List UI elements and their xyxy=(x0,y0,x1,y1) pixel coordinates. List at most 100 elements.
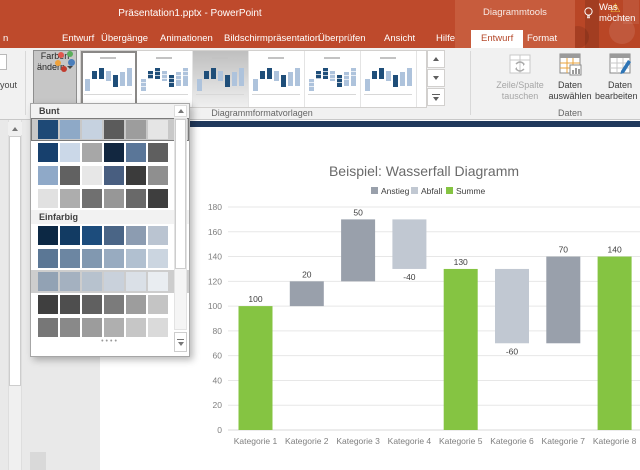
color-swatch[interactable] xyxy=(104,120,124,139)
ribbon-tab-ansicht[interactable]: Ansicht xyxy=(384,33,415,48)
color-swatch[interactable] xyxy=(82,249,102,268)
color-swatch[interactable] xyxy=(104,143,124,162)
color-swatch[interactable] xyxy=(126,166,146,185)
window-title: Präsentation1.pptx - PowerPoint xyxy=(40,8,340,19)
switch-row-column-button[interactable]: Zeile/Spalte tauschen xyxy=(495,50,545,112)
color-swatch[interactable] xyxy=(38,249,58,268)
color-swatch[interactable] xyxy=(148,272,168,291)
color-swatch[interactable] xyxy=(126,120,146,139)
dropdown-resize-handle[interactable]: •••• xyxy=(31,339,189,345)
panel-scroll-up-button[interactable] xyxy=(8,122,22,135)
tell-me-box[interactable]: Was möchten xyxy=(583,2,640,24)
ribbon-tab-entwurf[interactable]: Entwurf xyxy=(471,30,523,48)
color-scheme-row[interactable] xyxy=(31,164,189,187)
color-scheme-row[interactable] xyxy=(31,270,189,293)
color-swatch[interactable] xyxy=(104,166,124,185)
dropdown-scrollbar-thumb[interactable] xyxy=(175,119,186,269)
color-swatch[interactable] xyxy=(60,272,80,291)
color-swatch[interactable] xyxy=(82,120,102,139)
ribbon-tab-animationen[interactable]: Animationen xyxy=(160,33,213,48)
color-swatch[interactable] xyxy=(82,166,102,185)
color-swatch[interactable] xyxy=(82,226,102,245)
color-swatch[interactable] xyxy=(148,295,168,314)
color-swatch[interactable] xyxy=(126,189,146,208)
color-scheme-row[interactable] xyxy=(31,293,189,316)
ribbon-tab-format[interactable]: Format xyxy=(527,33,557,48)
color-swatch[interactable] xyxy=(148,120,168,139)
color-swatch[interactable] xyxy=(126,226,146,245)
switch-row-column-icon xyxy=(508,52,532,78)
color-swatch[interactable] xyxy=(82,143,102,162)
chart-style-thumbnail[interactable] xyxy=(249,51,305,107)
color-swatch[interactable] xyxy=(104,272,124,291)
color-swatch[interactable] xyxy=(148,249,168,268)
color-scheme-row[interactable] xyxy=(31,247,189,270)
color-scheme-row[interactable] xyxy=(31,141,189,164)
dropdown-scroll-up-button[interactable] xyxy=(174,105,187,117)
gallery-scroll-down-button[interactable] xyxy=(427,69,445,87)
color-swatch[interactable] xyxy=(104,189,124,208)
color-swatch[interactable] xyxy=(38,318,58,337)
color-swatch[interactable] xyxy=(60,295,80,314)
color-swatch[interactable] xyxy=(38,120,58,139)
color-scheme-row[interactable] xyxy=(31,187,189,210)
color-scheme-row[interactable] xyxy=(31,224,189,247)
color-swatch[interactable] xyxy=(148,189,168,208)
ribbon-tab-hilfe[interactable]: Hilfe xyxy=(436,33,455,48)
color-swatch[interactable] xyxy=(38,166,58,185)
panel-scrollbar-thumb[interactable] xyxy=(9,136,21,386)
color-swatch[interactable] xyxy=(82,295,102,314)
waterfall-chart[interactable]: Beispiel: Wasserfall DiagrammAnstiegAbfa… xyxy=(195,150,640,467)
color-swatch[interactable] xyxy=(148,318,168,337)
color-swatch[interactable] xyxy=(148,226,168,245)
color-swatch[interactable] xyxy=(82,318,102,337)
color-swatch[interactable] xyxy=(38,143,58,162)
color-swatch[interactable] xyxy=(126,318,146,337)
color-swatch[interactable] xyxy=(60,249,80,268)
select-data-button[interactable]: Daten auswählen xyxy=(545,50,595,112)
color-swatch[interactable] xyxy=(126,143,146,162)
color-swatch[interactable] xyxy=(148,143,168,162)
gallery-more-button[interactable] xyxy=(427,88,445,106)
color-swatch[interactable] xyxy=(126,295,146,314)
edit-data-button[interactable]: Daten bearbeiten xyxy=(595,50,640,112)
dropdown-caret-icon xyxy=(67,66,73,69)
layout-button-label-fragment: yout xyxy=(0,80,17,90)
ribbon-tab-fragment[interactable]: n xyxy=(3,33,8,48)
color-swatch[interactable] xyxy=(104,249,124,268)
color-swatch[interactable] xyxy=(60,120,80,139)
chart-style-thumbnail[interactable] xyxy=(361,51,417,107)
color-swatch[interactable] xyxy=(38,295,58,314)
color-swatch[interactable] xyxy=(126,272,146,291)
color-swatch[interactable] xyxy=(60,189,80,208)
color-swatch[interactable] xyxy=(104,226,124,245)
color-scheme-row[interactable] xyxy=(31,118,189,141)
chart-style-thumbnail[interactable] xyxy=(305,51,361,107)
svg-text:Kategorie 6: Kategorie 6 xyxy=(490,436,534,446)
color-swatch[interactable] xyxy=(38,272,58,291)
svg-text:50: 50 xyxy=(353,207,363,217)
ribbon-tab-bildschirmpräsentation[interactable]: Bildschirmpräsentation xyxy=(224,33,320,48)
color-swatch[interactable] xyxy=(104,295,124,314)
chart-style-thumbnail[interactable] xyxy=(193,51,249,107)
ribbon-tab-entwurf[interactable]: Entwurf xyxy=(62,33,94,48)
gallery-scroll-up-button[interactable] xyxy=(427,50,445,68)
color-swatch[interactable] xyxy=(104,318,124,337)
chart-style-thumbnail[interactable] xyxy=(137,51,193,107)
color-swatch[interactable] xyxy=(60,226,80,245)
chart-style-thumbnail[interactable] xyxy=(81,51,137,107)
svg-text:Kategorie 7: Kategorie 7 xyxy=(542,436,586,446)
color-swatch[interactable] xyxy=(60,318,80,337)
ribbon-tab-übergänge[interactable]: Übergänge xyxy=(101,33,148,48)
color-swatch[interactable] xyxy=(82,189,102,208)
color-swatch[interactable] xyxy=(60,143,80,162)
color-swatch[interactable] xyxy=(126,249,146,268)
color-swatch[interactable] xyxy=(60,166,80,185)
color-swatch[interactable] xyxy=(148,166,168,185)
ribbon-tab-überprüfen[interactable]: Überprüfen xyxy=(318,33,366,48)
color-swatch[interactable] xyxy=(38,189,58,208)
color-swatch[interactable] xyxy=(38,226,58,245)
dropdown-more-button[interactable] xyxy=(174,332,187,352)
color-scheme-row[interactable] xyxy=(31,316,189,339)
color-swatch[interactable] xyxy=(82,272,102,291)
